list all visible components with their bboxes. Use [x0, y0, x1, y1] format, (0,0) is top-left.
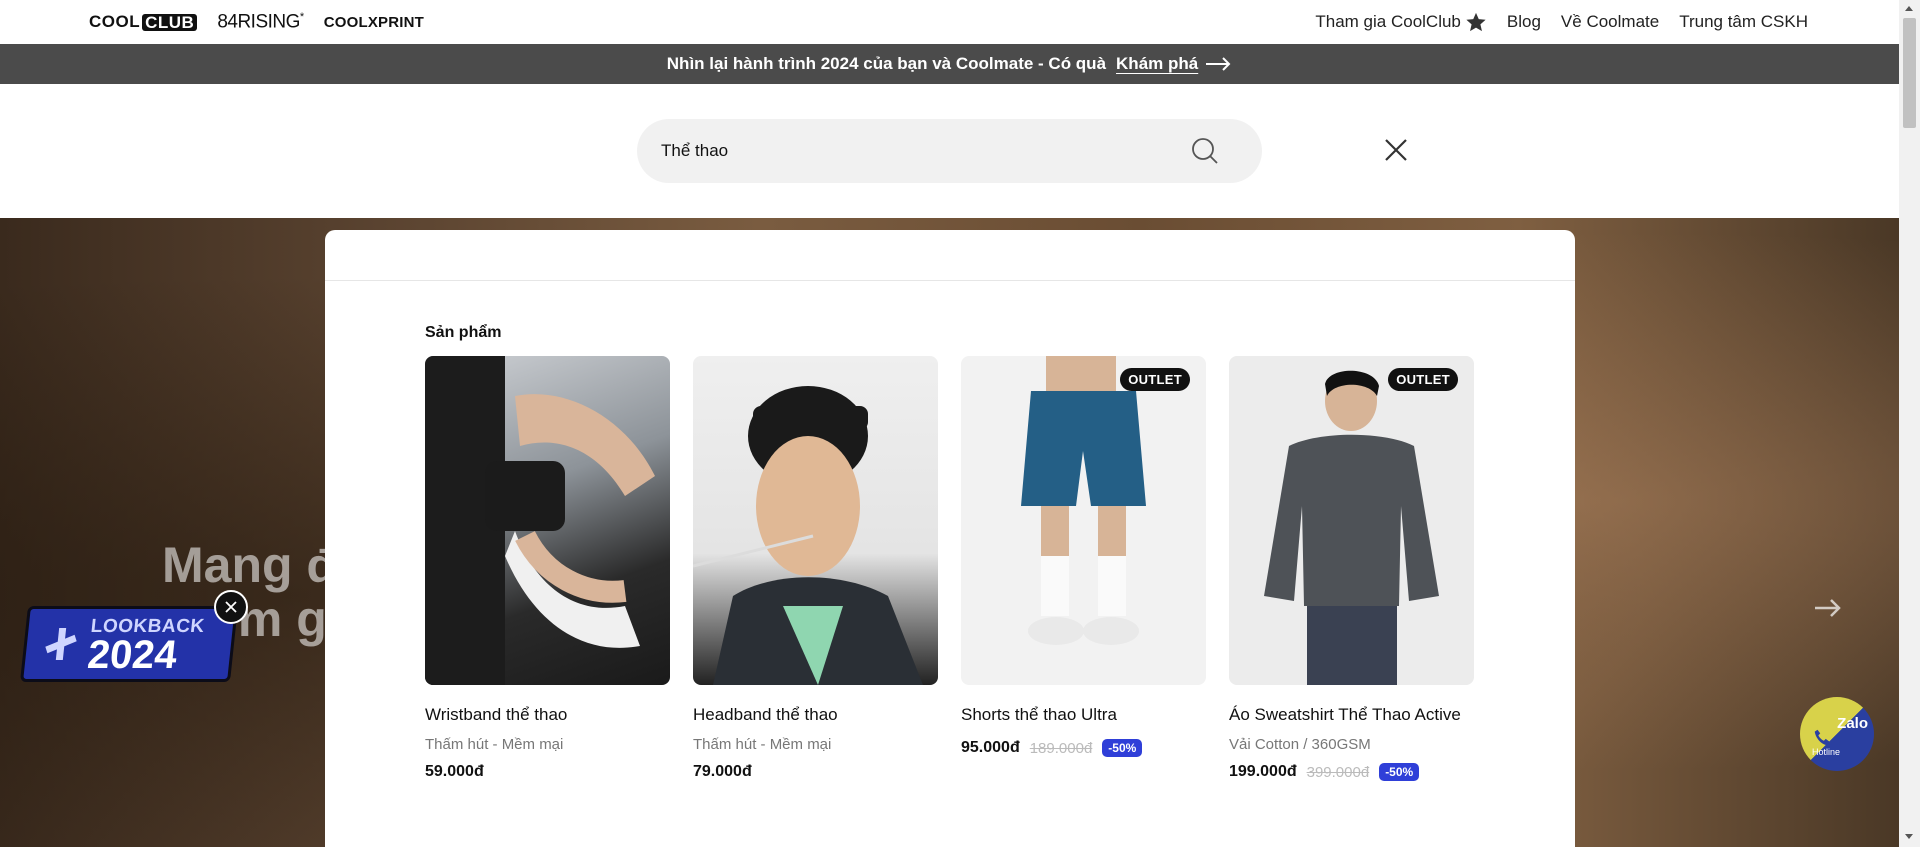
outlet-badge: OUTLET [1388, 368, 1458, 391]
product-description: Thấm hút - Mềm mại [425, 736, 564, 753]
search-box [637, 119, 1262, 183]
price-row: 199.000đ 399.000đ -50% [1229, 763, 1474, 781]
scroll-down-icon[interactable] [1904, 833, 1914, 841]
brand-links: COOL CLUB 84RISING* COOLXPRINT [89, 0, 424, 44]
product-old-price: 189.000đ [1029, 739, 1093, 757]
zalo-label: Zalo [1837, 715, 1868, 732]
hotline-zalo-button[interactable]: Zalo Hotline [1800, 697, 1874, 771]
84rising-text: 84RISING [217, 11, 300, 33]
product-description: Thấm hút - Mềm mại [693, 736, 832, 753]
headband-illustration [693, 386, 923, 685]
coolmate-plus-icon [45, 628, 77, 660]
product-price: 95.000đ [961, 739, 1020, 756]
product-name[interactable]: Áo Sweatshirt Thể Thao Active [1229, 705, 1474, 725]
84rising-logo-link[interactable]: 84RISING* [217, 10, 304, 33]
promo-text: Nhìn lại hành trình 2024 của bạn và Cool… [666, 54, 1107, 73]
phone-icon [1814, 729, 1830, 746]
join-coolclub-label: Tham gia CoolClub [1315, 12, 1461, 31]
wristband-illustration [425, 356, 655, 685]
discount-badge: -50% [1102, 739, 1143, 757]
hotline-label: Hotline [1812, 747, 1841, 757]
scroll-up-icon[interactable] [1904, 4, 1914, 12]
product-name[interactable]: Headband thể thao [693, 705, 938, 725]
product-image[interactable]: OUTLET [1229, 356, 1474, 685]
lookback-2024-badge[interactable]: LOOKBACK 2024 [20, 606, 238, 682]
product-description: Vải Cotton / 360GSM [1229, 736, 1371, 753]
shorts-illustration [1021, 356, 1146, 645]
promo-explore-link[interactable]: Khám phá [1116, 54, 1232, 74]
product-list: Wristband thể thao Thấm hút - Mềm mại 59… [425, 356, 1474, 781]
coolclub-logo-suffix: CLUB [142, 13, 198, 31]
product-price: 199.000đ [1229, 763, 1297, 780]
sweatshirt-illustration [1264, 370, 1439, 685]
discount-badge: -50% [1379, 763, 1420, 781]
lookback-year: 2024 [85, 633, 180, 677]
top-nav: Tham gia CoolClub Blog Về Coolmate Trung… [1315, 0, 1808, 44]
outlet-badge: OUTLET [1120, 368, 1190, 391]
product-card[interactable]: OUTLET Shorts thể thao Ultra 95.000đ 189… [961, 356, 1206, 781]
price-row: 59.000đ [425, 763, 670, 781]
product-name[interactable]: Shorts thể thao Ultra [961, 705, 1206, 725]
lookback-text: LOOKBACK 2024 [85, 616, 206, 677]
price-row: 95.000đ 189.000đ -50% [961, 739, 1206, 757]
close-icon[interactable] [1380, 134, 1412, 166]
coolclub-logo-prefix: COOL [89, 12, 141, 31]
products-section-title: Sản phẩm [425, 324, 502, 341]
customer-care-link[interactable]: Trung tâm CSKH [1679, 12, 1808, 32]
product-name[interactable]: Wristband thể thao [425, 705, 670, 725]
arrow-right-icon [1206, 57, 1231, 71]
price-row: 79.000đ [693, 763, 938, 781]
about-coolmate-link[interactable]: Về Coolmate [1561, 12, 1659, 32]
blog-link[interactable]: Blog [1507, 12, 1541, 32]
product-card[interactable]: Headband thể thao Thấm hút - Mềm mại 79.… [693, 356, 938, 781]
product-image[interactable] [693, 356, 938, 685]
carousel-next-icon[interactable] [1813, 596, 1843, 620]
close-icon [225, 601, 237, 613]
lookback-close-button[interactable] [214, 590, 248, 624]
product-price: 59.000đ [425, 763, 484, 780]
product-price: 79.000đ [693, 763, 752, 780]
84rising-mark: * [299, 10, 304, 23]
product-card[interactable]: Wristband thể thao Thấm hút - Mềm mại 59… [425, 356, 670, 781]
search-results-panel: Sản phẩm Wristband thể thao Thấm hút - M… [325, 230, 1575, 847]
promo-banner: Nhìn lại hành trình 2024 của bạn và Cool… [0, 44, 1899, 84]
search-area [0, 84, 1899, 218]
panel-divider [325, 280, 1575, 281]
coolxprint-logo-link[interactable]: COOLXPRINT [324, 14, 424, 31]
page-scrollbar[interactable] [1899, 0, 1920, 847]
star-icon [1466, 12, 1486, 32]
product-image[interactable] [425, 356, 670, 685]
scrollbar-thumb[interactable] [1903, 18, 1916, 128]
product-card[interactable]: OUTLET Áo Sweatshirt Thể Thao Active Vải… [1229, 356, 1474, 781]
product-image[interactable]: OUTLET [961, 356, 1206, 685]
search-input[interactable] [661, 141, 1190, 161]
search-icon[interactable] [1190, 136, 1220, 166]
join-coolclub-link[interactable]: Tham gia CoolClub [1315, 11, 1487, 33]
coolclub-logo-link[interactable]: COOL CLUB [89, 12, 198, 32]
top-bar: COOL CLUB 84RISING* COOLXPRINT Tham gia C… [0, 0, 1899, 44]
hero-headline-line1: Mang đ [162, 537, 337, 593]
product-old-price: 399.000đ [1306, 763, 1370, 781]
promo-explore-label: Khám phá [1116, 54, 1199, 73]
